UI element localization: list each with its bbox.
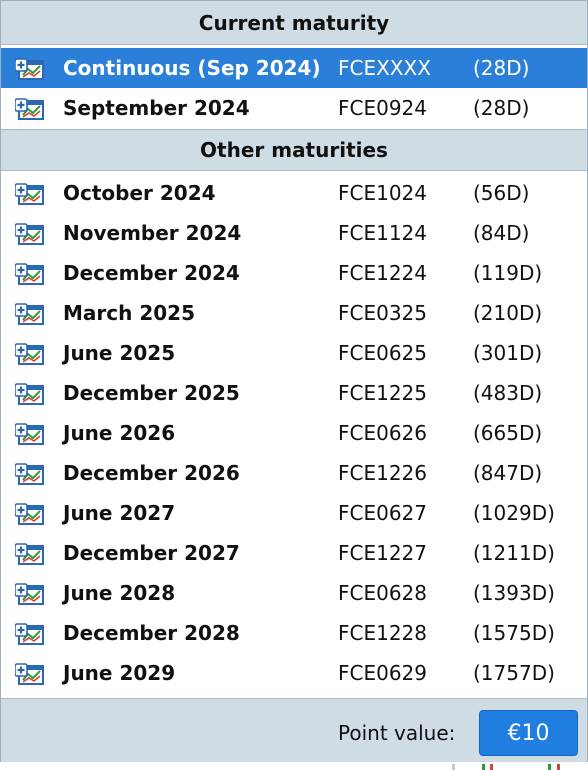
maturity-name: October 2024 [63, 181, 216, 205]
maturity-name: November 2024 [63, 221, 242, 245]
days-to-expiry: (84D) [473, 221, 530, 245]
maturity-row[interactable]: March 2025 FCE0325 (210D) [1, 293, 587, 333]
maturity-row[interactable]: October 2024 FCE1024 (56D) [1, 173, 587, 213]
days-to-expiry: (301D) [473, 341, 543, 365]
contract-code: FCE1228 [338, 621, 428, 645]
maturity-row[interactable]: December 2028 FCE1228 (1575D) [1, 613, 587, 653]
contract-code: FCE1227 [338, 541, 428, 565]
add-chart-icon[interactable] [14, 382, 45, 406]
contract-code: FCE1226 [338, 461, 428, 485]
contract-code: FCE0625 [338, 341, 428, 365]
footer-bar: Point value: €10 [1, 698, 587, 762]
maturity-row[interactable]: Continuous (Sep 2024) FCEXXXX (28D) [1, 48, 587, 88]
contract-code: FCE1124 [338, 221, 428, 245]
contract-code: FCE1225 [338, 381, 428, 405]
maturity-name: December 2025 [63, 381, 240, 405]
days-to-expiry: (210D) [473, 301, 543, 325]
days-to-expiry: (56D) [473, 181, 530, 205]
edge-mark [482, 764, 485, 770]
maturity-row[interactable]: June 2025 FCE0625 (301D) [1, 333, 587, 373]
contract-code: FCE1024 [338, 181, 428, 205]
days-to-expiry: (847D) [473, 461, 543, 485]
days-to-expiry: (1393D) [473, 581, 555, 605]
point-value-button[interactable]: €10 [479, 710, 578, 756]
add-chart-icon[interactable] [14, 622, 45, 646]
days-to-expiry: (28D) [473, 96, 530, 120]
add-chart-icon[interactable] [14, 222, 45, 246]
add-chart-icon[interactable] [14, 462, 45, 486]
maturity-row[interactable]: June 2026 FCE0626 (665D) [1, 413, 587, 453]
days-to-expiry: (1211D) [473, 541, 555, 565]
contract-code: FCEXXXX [338, 56, 431, 80]
maturity-name: June 2027 [63, 501, 176, 525]
maturity-name: June 2026 [63, 421, 176, 445]
maturity-name: June 2025 [63, 341, 176, 365]
maturity-row[interactable]: November 2024 FCE1124 (84D) [1, 213, 587, 253]
edge-mark [557, 764, 560, 770]
maturity-row[interactable]: December 2027 FCE1227 (1211D) [1, 533, 587, 573]
add-chart-icon[interactable] [14, 262, 45, 286]
maturity-name: December 2027 [63, 541, 240, 565]
edge-mark [452, 764, 455, 770]
add-chart-icon[interactable] [14, 662, 45, 686]
contract-code: FCE0924 [338, 96, 428, 120]
add-chart-icon[interactable] [14, 422, 45, 446]
maturity-name: Continuous (Sep 2024) [63, 56, 321, 80]
maturity-name: June 2029 [63, 661, 176, 685]
days-to-expiry: (483D) [473, 381, 543, 405]
point-value-label: Point value: [338, 721, 456, 745]
maturity-row[interactable]: June 2029 FCE0629 (1757D) [1, 653, 587, 693]
other-maturities-list: October 2024 FCE1024 (56D) November 2024 FCE… [1, 171, 587, 693]
maturity-name: December 2024 [63, 261, 240, 285]
add-chart-icon[interactable] [14, 502, 45, 526]
maturity-row[interactable]: June 2028 FCE0628 (1393D) [1, 573, 587, 613]
maturity-row[interactable]: December 2024 FCE1224 (119D) [1, 253, 587, 293]
add-chart-icon[interactable] [14, 342, 45, 366]
days-to-expiry: (1757D) [473, 661, 555, 685]
add-chart-icon[interactable] [14, 97, 45, 121]
add-chart-icon[interactable] [14, 57, 45, 81]
maturity-name: September 2024 [63, 96, 250, 120]
add-chart-icon[interactable] [14, 542, 45, 566]
days-to-expiry: (665D) [473, 421, 543, 445]
contract-code: FCE0628 [338, 581, 428, 605]
contract-code: FCE0629 [338, 661, 428, 685]
days-to-expiry: (28D) [473, 56, 530, 80]
days-to-expiry: (119D) [473, 261, 543, 285]
maturity-name: March 2025 [63, 301, 195, 325]
contract-code: FCE0626 [338, 421, 428, 445]
maturity-name: June 2028 [63, 581, 176, 605]
contract-code: FCE0627 [338, 501, 428, 525]
days-to-expiry: (1575D) [473, 621, 555, 645]
current-maturity-header: Current maturity [1, 1, 587, 45]
current-maturity-list: Continuous (Sep 2024) FCEXXXX (28D) Septemb… [1, 45, 587, 129]
maturity-row[interactable]: December 2025 FCE1225 (483D) [1, 373, 587, 413]
maturity-name: December 2026 [63, 461, 240, 485]
edge-mark [548, 764, 551, 770]
days-to-expiry: (1029D) [473, 501, 555, 525]
other-maturities-header: Other maturities [1, 129, 587, 171]
maturity-row[interactable]: September 2024 FCE0924 (28D) [1, 88, 587, 128]
maturity-row[interactable]: June 2027 FCE0627 (1029D) [1, 493, 587, 533]
add-chart-icon[interactable] [14, 582, 45, 606]
contract-code: FCE0325 [338, 301, 428, 325]
contract-code: FCE1224 [338, 261, 428, 285]
maturity-name: December 2028 [63, 621, 240, 645]
maturity-selector-panel: Current maturity Continuous (Sep 2024) FC… [0, 0, 588, 762]
edge-mark [490, 764, 493, 770]
bottom-strip [0, 762, 588, 770]
add-chart-icon[interactable] [14, 182, 45, 206]
maturity-row[interactable]: December 2026 FCE1226 (847D) [1, 453, 587, 493]
add-chart-icon[interactable] [14, 302, 45, 326]
